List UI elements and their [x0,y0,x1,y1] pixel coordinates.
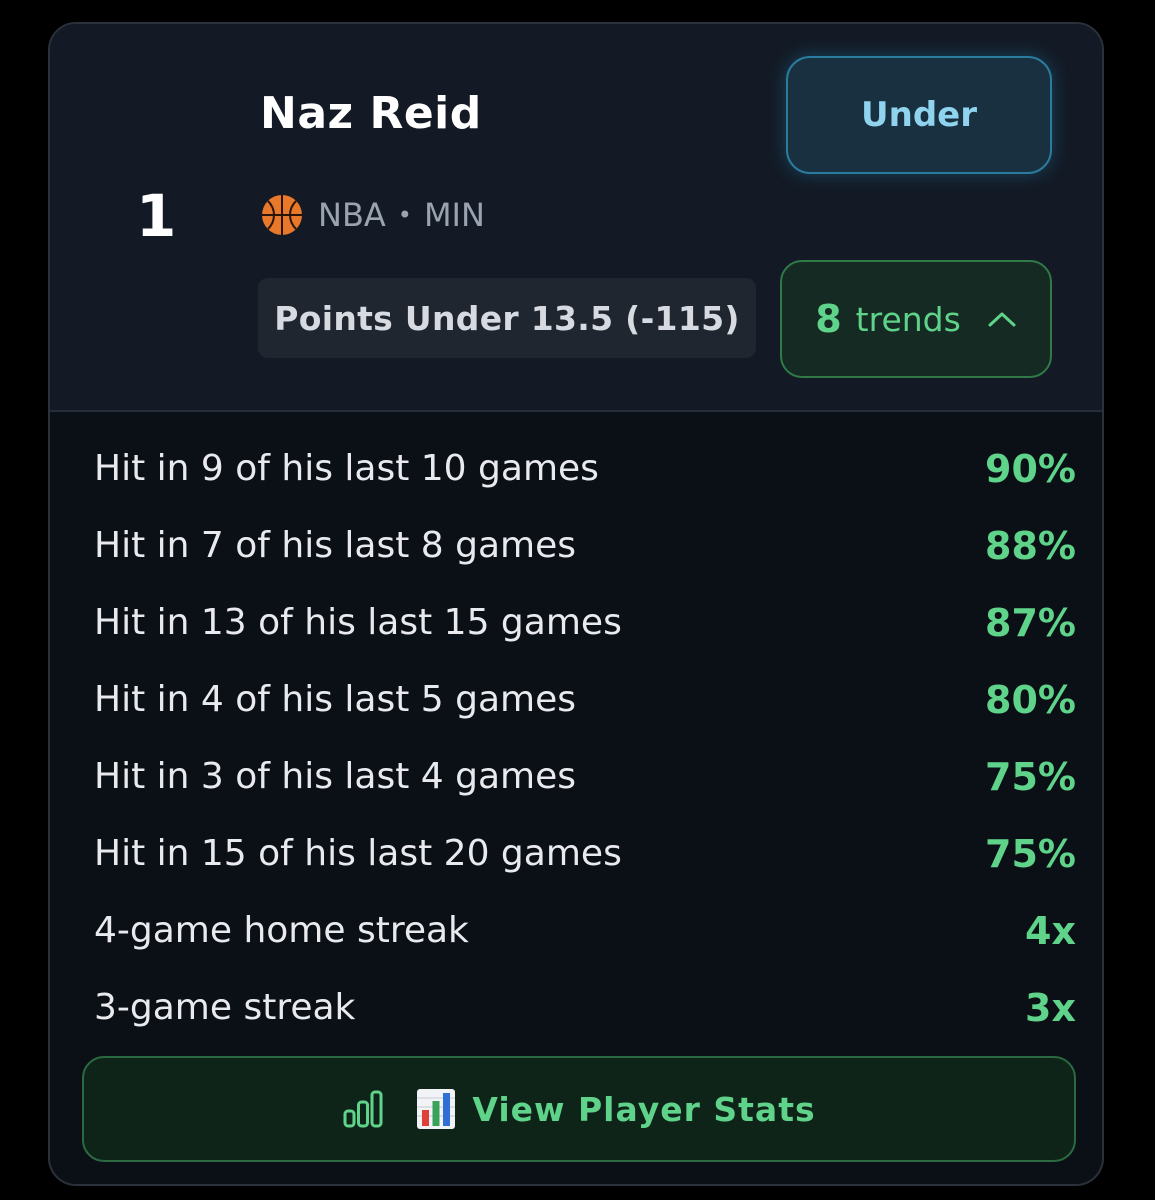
trend-label: Hit in 3 of his last 4 games [94,756,577,797]
bar-chart-icon [343,1090,383,1128]
trend-row: 3-game streak 3x [94,969,1076,1046]
trend-row: Hit in 15 of his last 20 games 75% [94,815,1076,892]
trend-value: 3x [1025,985,1076,1030]
trend-row: Hit in 13 of his last 15 games 87% [94,584,1076,661]
league-label: NBA [318,196,386,234]
prop-pill: Points Under 13.5 (-115) [258,278,756,358]
trend-label: Hit in 13 of his last 15 games [94,602,622,643]
pick-under-button[interactable]: Under [786,56,1052,174]
trends-toggle-button[interactable]: 8 trends [780,260,1052,378]
trend-label: Hit in 15 of his last 20 games [94,833,622,874]
trend-label: Hit in 7 of his last 8 games [94,525,577,566]
meta-separator: • [397,201,412,229]
trend-value: 75% [985,831,1076,876]
view-player-stats-label: View Player Stats [472,1089,816,1129]
trend-label: Hit in 4 of his last 5 games [94,679,577,720]
trend-row: Hit in 9 of his last 10 games 90% [94,430,1076,507]
trend-value: 75% [985,754,1076,799]
trend-value: 90% [985,446,1076,491]
trend-value: 88% [985,523,1076,568]
trend-value: 4x [1025,908,1076,953]
trend-value: 80% [985,677,1076,722]
rank-number: 1 [136,182,177,250]
team-label: MIN [423,196,485,234]
trends-label: trends [855,299,961,339]
chevron-up-icon [988,312,1016,327]
trend-value: 87% [985,600,1076,645]
trend-label: Hit in 9 of his last 10 games [94,448,599,489]
trend-label: 4-game home streak [94,910,469,951]
trends-count: 8 [815,297,842,341]
trend-row: Hit in 4 of his last 5 games 80% [94,661,1076,738]
trend-row: 4-game home streak 4x [94,892,1076,969]
player-name: Naz Reid [260,88,482,139]
player-meta: NBA • MIN [260,192,485,238]
basketball-icon [262,195,302,235]
pick-card: 1 Naz Reid NBA • MIN Points Under 13.5 (… [48,22,1104,1186]
card-header: 1 Naz Reid NBA • MIN Points Under 13.5 (… [50,24,1102,412]
view-player-stats-button[interactable]: View Player Stats [82,1056,1076,1162]
trend-row: Hit in 3 of his last 4 games 75% [94,738,1076,815]
trend-label: 3-game streak [94,987,356,1028]
trend-row: Hit in 7 of his last 8 games 88% [94,507,1076,584]
trend-list: Hit in 9 of his last 10 games 90% Hit in… [94,430,1076,1046]
bar-chart-emoji-icon [417,1089,456,1129]
